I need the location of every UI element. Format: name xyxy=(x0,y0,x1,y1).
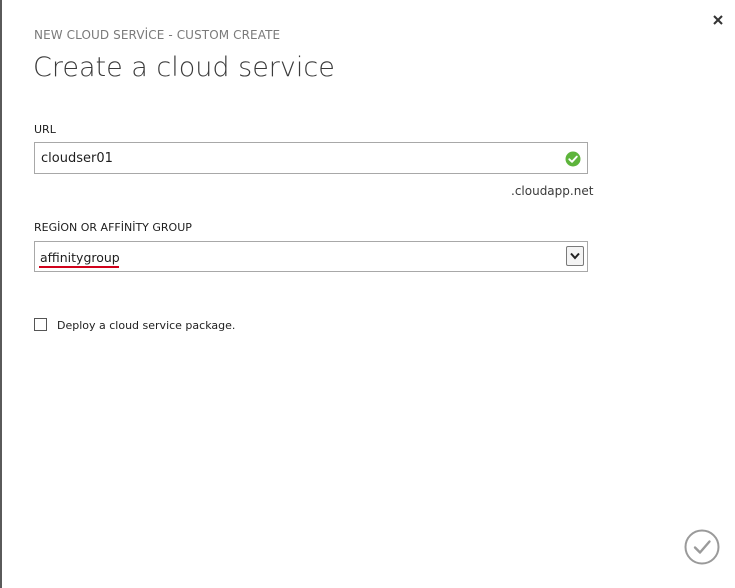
checkmark-circle-icon xyxy=(684,529,720,565)
dropdown-arrow-button[interactable] xyxy=(566,246,584,266)
dialog-subtitle: NEW CLOUD SERVİCE - CUSTOM CREATE xyxy=(34,28,281,42)
deploy-package-label[interactable]: Deploy a cloud service package. xyxy=(57,319,235,332)
region-select[interactable]: affinitygroup xyxy=(34,241,588,272)
url-input-value: cloudser01 xyxy=(41,151,113,166)
url-input[interactable]: cloudser01 xyxy=(34,142,588,174)
close-button[interactable] xyxy=(711,13,725,27)
url-label: URL xyxy=(34,123,56,136)
chevron-down-icon xyxy=(570,252,580,260)
complete-button[interactable] xyxy=(684,529,720,565)
valid-check-icon xyxy=(565,151,581,167)
create-cloud-service-dialog: NEW CLOUD SERVİCE - CUSTOM CREATE Create… xyxy=(0,0,735,588)
spellcheck-underline xyxy=(39,266,119,269)
deploy-package-checkbox[interactable] xyxy=(34,318,47,331)
url-domain-suffix: .cloudapp.net xyxy=(511,184,594,198)
dialog-title: Create a cloud service xyxy=(33,52,335,83)
region-label: REGİON OR AFFİNİTY GROUP xyxy=(34,221,192,234)
region-selected-value: affinitygroup xyxy=(40,250,120,265)
close-icon xyxy=(713,15,723,25)
